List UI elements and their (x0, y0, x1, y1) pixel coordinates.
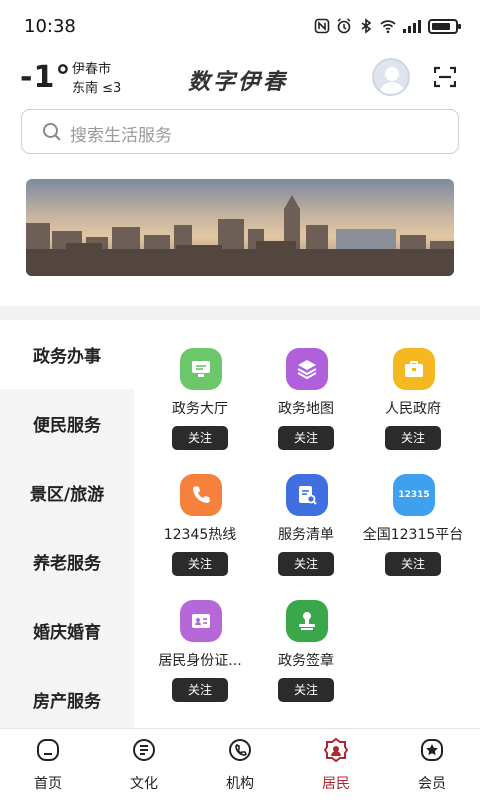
service-item[interactable]: 政务地图 关注 (251, 320, 361, 450)
service-item[interactable]: 12345热线 关注 (145, 446, 255, 576)
phone-icon (180, 474, 222, 516)
category-item[interactable]: 政务办事 (0, 320, 134, 389)
service-label: 政务地图 (278, 401, 334, 417)
status-bar: 10:38 (0, 0, 480, 56)
category-item[interactable]: 景区/旅游 (0, 458, 134, 527)
service-item[interactable]: 政务签章 关注 (251, 572, 361, 702)
stamp-icon (286, 600, 328, 642)
service-grid: 政务大厅 关注 政务地图 关注 人民政府 关注 12345热线 关注 服务清单 … (134, 320, 480, 728)
avatar[interactable] (372, 58, 410, 96)
tab-institution[interactable]: 机构 (192, 729, 288, 800)
category-item[interactable]: 房产服务 (0, 665, 134, 734)
bluetooth-icon (361, 18, 372, 34)
wind-info: 东南 ≤3 (72, 81, 122, 96)
monitor-icon (180, 348, 222, 390)
member-icon (421, 739, 443, 761)
scan-icon[interactable] (434, 66, 456, 88)
weather-info: 伊春市 东南 ≤3 (72, 60, 121, 98)
search-placeholder: 搜索生活服务 (70, 126, 172, 146)
search-icon (43, 123, 61, 141)
alarm-icon (337, 18, 351, 34)
tab-label: 会员 (418, 776, 446, 792)
category-item[interactable]: 便民服务 (0, 389, 134, 458)
service-label: 全国12315平台 (362, 527, 464, 543)
signal-icon (403, 20, 421, 33)
status-time: 10:38 (24, 16, 76, 37)
service-label: 政务签章 (278, 653, 334, 669)
service-item[interactable]: 人民政府 关注 (358, 320, 468, 450)
tab-label: 居民 (322, 776, 350, 792)
follow-button[interactable]: 关注 (278, 678, 334, 702)
search-bar[interactable]: 搜索生活服务 (21, 109, 459, 154)
bottom-tab-bar: 首页 文化 机构 居民 会员 (0, 728, 480, 800)
city-name: 伊春市 (72, 62, 112, 77)
banner-image[interactable] (26, 179, 454, 276)
nfc-icon (314, 18, 330, 34)
institution-icon (229, 739, 251, 761)
tab-resident[interactable]: 居民 (288, 729, 384, 800)
document-search-icon (286, 474, 328, 516)
section-divider (0, 306, 480, 320)
service-label: 服务清单 (278, 527, 334, 543)
service-label: 政务大厅 (172, 401, 228, 417)
id-card-icon (180, 600, 222, 642)
home-icon (37, 739, 59, 761)
header: -1° 伊春市 东南 ≤3 数字伊春 (0, 56, 480, 104)
service-item[interactable]: 政务大厅 关注 (145, 320, 255, 450)
tab-culture[interactable]: 文化 (96, 729, 192, 800)
temperature: -1° (20, 60, 72, 95)
battery-icon (428, 18, 461, 34)
tab-label: 文化 (130, 776, 158, 792)
status-icons (314, 18, 461, 34)
tab-label: 首页 (34, 776, 62, 792)
service-item[interactable]: 居民身份证... 关注 (145, 572, 255, 702)
briefcase-icon (393, 348, 435, 390)
resident-icon (323, 737, 349, 763)
category-sidebar: 政务办事 便民服务 景区/旅游 养老服务 婚庆婚育 房产服务 (0, 320, 134, 728)
layers-icon (286, 348, 328, 390)
follow-button[interactable]: 关注 (172, 678, 228, 702)
category-item[interactable]: 婚庆婚育 (0, 596, 134, 665)
culture-icon (133, 739, 155, 761)
category-item[interactable]: 养老服务 (0, 527, 134, 596)
service-label: 人民政府 (385, 401, 441, 417)
service-item[interactable]: 服务清单 关注 (251, 446, 361, 576)
tab-home[interactable]: 首页 (0, 729, 96, 800)
tab-label: 机构 (226, 776, 254, 792)
follow-button[interactable]: 关注 (385, 552, 441, 576)
brand-logo: 数字伊春 (188, 69, 289, 95)
service-label: 居民身份证... (158, 653, 242, 669)
wifi-icon (380, 20, 396, 34)
service-label: 12345热线 (163, 527, 237, 543)
tab-member[interactable]: 会员 (384, 729, 480, 800)
badge-12315-icon: 12315 (393, 474, 435, 516)
service-item[interactable]: 12315 全国12315平台 关注 (358, 446, 468, 576)
